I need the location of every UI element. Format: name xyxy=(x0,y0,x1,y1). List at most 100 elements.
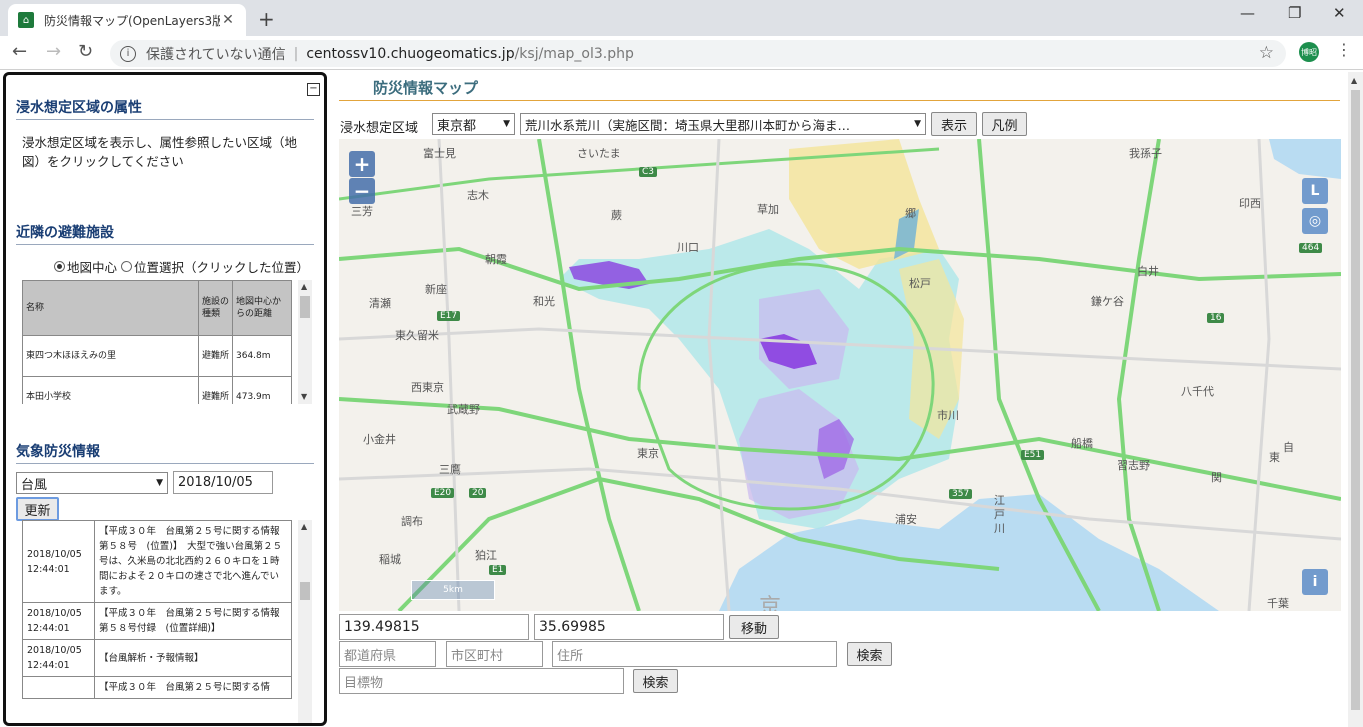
locate-icon[interactable]: ◎ xyxy=(1302,208,1328,234)
address-bar[interactable]: i 保護されていない通信 | centossv10.chuogeomatics.… xyxy=(110,40,1286,67)
scroll-up-icon[interactable]: ▲ xyxy=(301,282,307,291)
map-label: さいたま xyxy=(577,147,621,160)
reload-icon[interactable]: ↻ xyxy=(78,41,93,62)
map-label: 小金井 xyxy=(363,433,396,446)
weather-text: 【平成３０年 台風第２５号に関する情報 第５８号 (位置)】 大型で強い台風第２… xyxy=(94,520,292,603)
scroll-up-icon[interactable]: ▲ xyxy=(1351,76,1357,85)
url-separator: | xyxy=(293,45,299,62)
radio-map-center[interactable] xyxy=(54,261,65,272)
address-input[interactable]: 住所 xyxy=(552,641,837,667)
table-row[interactable]: 2018/10/05 12:44:01 【平成３０年 台風第２５号に関する情報 … xyxy=(22,520,292,603)
new-tab-icon[interactable]: + xyxy=(258,7,275,31)
radio-select-position[interactable] xyxy=(121,261,133,272)
collapse-panel-button[interactable]: − xyxy=(307,83,320,96)
map-label: 和光 xyxy=(533,295,555,308)
map-label: 東 xyxy=(1269,451,1280,464)
shelter-scrollbar[interactable]: ▲ ▼ xyxy=(298,280,312,404)
table-row[interactable]: 本田小学校 避難所 473.9m xyxy=(22,376,292,404)
latitude-input[interactable]: 35.69985 xyxy=(534,614,724,640)
weather-title: 気象防災情報 xyxy=(16,441,314,464)
table-row[interactable]: 2018/10/05 12:44:01 【台風解析・予報情報】 xyxy=(22,639,292,677)
weather-date: 2018/10/05 12:44:01 xyxy=(22,639,95,677)
route-shield: E17 xyxy=(437,311,461,321)
weather-date-input[interactable]: 2018/10/05 xyxy=(173,471,273,494)
map-canvas xyxy=(339,139,1341,611)
route-shield: 464 xyxy=(1299,243,1323,253)
map-label: 浦安 xyxy=(895,513,917,526)
map-label: 三芳 xyxy=(351,205,373,218)
show-button[interactable]: 表示 xyxy=(931,112,977,136)
shelter-table-container[interactable]: 名称 施設の種類 地図中心からの距離 東四つ木ほほえみの里 避難所 364.8m… xyxy=(22,280,312,404)
city-input[interactable]: 市区町村 xyxy=(446,641,543,667)
info-icon[interactable]: i xyxy=(120,45,136,62)
attribution-info-button[interactable]: i xyxy=(1302,569,1328,595)
map-view[interactable]: 富士見 さいたま 我孫子 志木 三芳 蕨 草加 郷 印西 川口 朝霞 新座 和光… xyxy=(339,139,1341,611)
title-divider xyxy=(339,100,1340,101)
zoom-out-button[interactable]: − xyxy=(349,178,375,204)
forward-icon[interactable]: → xyxy=(46,41,61,62)
weather-date: 2018/10/05 12:44:01 xyxy=(22,520,95,603)
shelter-name: 本田小学校 xyxy=(22,376,199,404)
window-close-icon[interactable]: ✕ xyxy=(1333,4,1346,22)
legend-button[interactable]: 凡例 xyxy=(982,112,1027,136)
weather-scrollbar[interactable]: ▲ xyxy=(298,520,312,723)
landmark-search-button[interactable]: 検索 xyxy=(633,669,678,693)
flood-area-label: 浸水想定区域 xyxy=(340,121,419,136)
chevron-down-icon: ▼ xyxy=(914,119,921,129)
map-label: 船橋 xyxy=(1071,437,1093,450)
zoom-in-button[interactable]: + xyxy=(349,151,375,177)
url-path: /ksj/map_ol3.php xyxy=(514,45,634,62)
security-status: 保護されていない通信 xyxy=(146,46,286,63)
map-label: 千葉 xyxy=(1267,597,1289,610)
map-label: 西東京 xyxy=(411,381,444,394)
weather-text: 【平成３０年 台風第２５号に関する情報 第５８号付録 (位置詳細)】 xyxy=(94,602,292,640)
shelter-scroll-thumb[interactable] xyxy=(300,296,310,318)
map-label: 朝霞 xyxy=(485,253,507,266)
browser-tab[interactable]: ⌂ 防災情報マップ(OpenLayers3版) ✕ xyxy=(8,4,246,36)
layer-switch-button[interactable]: L xyxy=(1302,178,1328,204)
scroll-up-icon[interactable]: ▲ xyxy=(301,522,307,531)
address-placeholder: 住所 xyxy=(557,648,584,664)
weather-type-select[interactable]: 台風 ▼ xyxy=(16,472,168,494)
table-row[interactable]: 【平成３０年 台風第２５号に関する情 xyxy=(22,676,292,699)
map-label: 市川 xyxy=(937,409,959,422)
col-type: 施設の種類 xyxy=(198,280,233,336)
shelter-title: 近隣の避難施設 xyxy=(16,222,314,245)
close-icon[interactable]: ✕ xyxy=(220,12,236,28)
map-label: 三鷹 xyxy=(439,463,461,476)
profile-avatar[interactable]: 博昭 xyxy=(1299,42,1319,62)
map-label: 関 xyxy=(1211,471,1222,484)
shelter-distance: 473.9m xyxy=(232,376,292,404)
search-button[interactable]: 検索 xyxy=(847,642,892,666)
prefecture-select[interactable]: 東京都 ▼ xyxy=(432,113,515,135)
page-scroll-thumb[interactable] xyxy=(1351,90,1360,710)
river-select[interactable]: 荒川水系荒川（実施区間：埼玉県大里郡川本町から海ま… ▼ xyxy=(520,113,926,135)
weather-update-button[interactable]: 更新 xyxy=(16,497,59,521)
page-scrollbar[interactable]: ▲ xyxy=(1348,72,1363,727)
bookmark-star-icon[interactable]: ☆ xyxy=(1259,43,1274,63)
shelter-type: 避難所 xyxy=(198,335,233,377)
map-label: 調布 xyxy=(401,515,423,528)
city-placeholder: 市区町村 xyxy=(451,648,504,664)
restore-icon[interactable]: ❐ xyxy=(1288,4,1301,22)
shelter-distance: 364.8m xyxy=(232,335,292,377)
back-icon[interactable]: ← xyxy=(12,41,27,62)
map-favicon-icon: ⌂ xyxy=(18,12,34,28)
weather-scroll-thumb[interactable] xyxy=(300,582,310,600)
minimize-icon[interactable]: — xyxy=(1240,4,1255,22)
map-label: 清瀬 xyxy=(369,297,391,310)
weather-date-value: 2018/10/05 xyxy=(178,475,253,490)
table-row[interactable]: 2018/10/05 12:44:01 【平成３０年 台風第２５号に関する情報 … xyxy=(22,602,292,640)
browser-menu-icon[interactable]: ⋮ xyxy=(1336,40,1352,59)
side-panel: − 浸水想定区域の属性 浸水想定区域を表示し、属性参照したい区域（地図）をクリッ… xyxy=(3,72,327,726)
prefecture-input[interactable]: 都道府県 xyxy=(339,641,436,667)
move-button[interactable]: 移動 xyxy=(729,615,779,639)
shelter-type: 避難所 xyxy=(198,376,233,404)
longitude-input[interactable]: 139.49815 xyxy=(339,614,529,640)
map-label: 東久留米 xyxy=(395,329,439,342)
map-label: 京 xyxy=(759,595,782,611)
scroll-down-icon[interactable]: ▼ xyxy=(301,392,307,401)
landmark-input[interactable]: 目標物 xyxy=(339,668,624,694)
table-row[interactable]: 東四つ木ほほえみの里 避難所 364.8m xyxy=(22,335,292,377)
weather-table-container[interactable]: 2018/10/05 12:44:01 【平成３０年 台風第２５号に関する情報 … xyxy=(22,520,312,723)
